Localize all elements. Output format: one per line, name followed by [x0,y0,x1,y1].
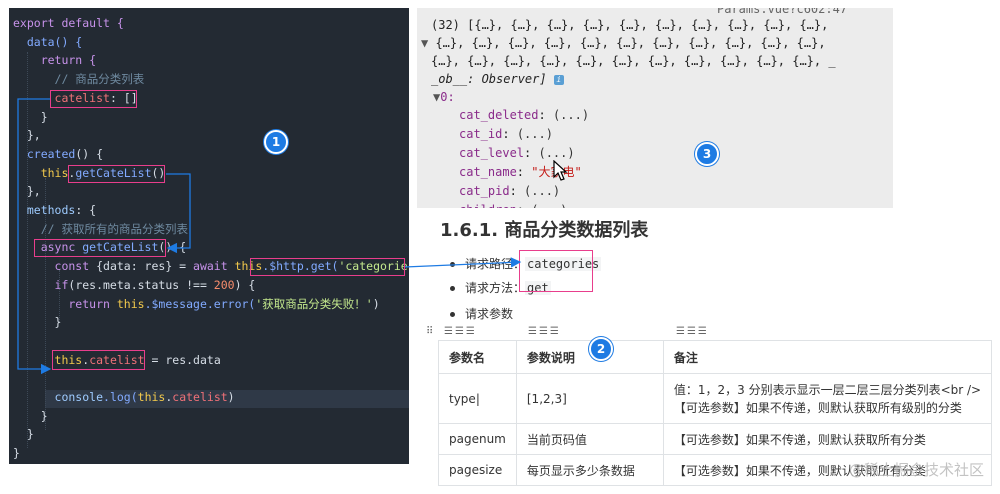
watermark: @稀土掘金技术社区 [848,461,984,479]
step-badge-2: 2 [589,337,613,361]
annotation-arrows [17,98,522,375]
step-badge-3: 3 [695,142,719,166]
step-badge-1: 1 [264,130,288,154]
